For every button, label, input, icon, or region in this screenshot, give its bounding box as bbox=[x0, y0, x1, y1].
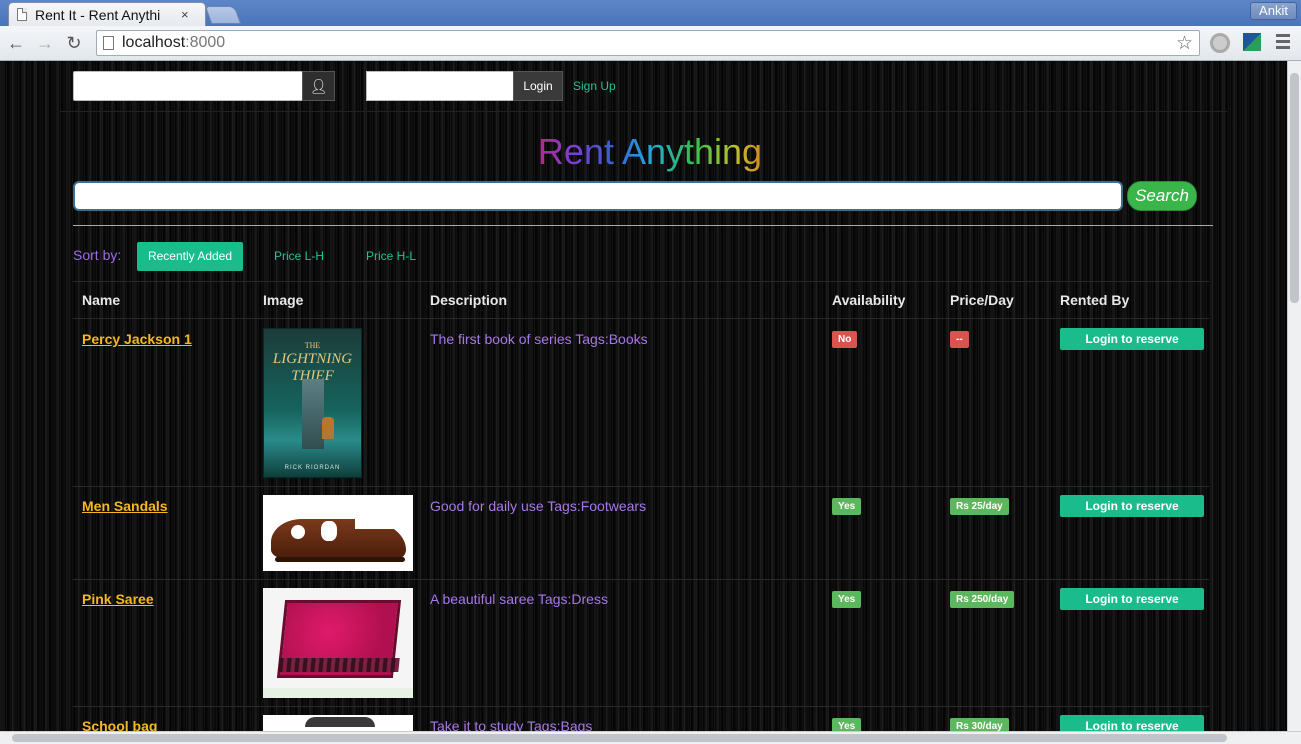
signup-link[interactable]: Sign Up bbox=[573, 79, 616, 93]
login-to-reserve-button[interactable]: Login to reserve bbox=[1060, 715, 1204, 731]
login-to-reserve-button[interactable]: Login to reserve bbox=[1060, 495, 1204, 517]
item-description: The first book of series Tags:Books bbox=[430, 331, 648, 347]
site-title: Rent Anything bbox=[530, 131, 770, 173]
user-icon: 👤︎ bbox=[302, 71, 335, 101]
header-price: Price/Day bbox=[950, 292, 1014, 308]
item-description: Take it to study Tags:Bags bbox=[430, 718, 593, 731]
item-name-link[interactable]: Percy Jackson 1 bbox=[82, 331, 192, 347]
forward-icon[interactable]: → bbox=[34, 32, 56, 54]
header-image: Image bbox=[263, 292, 304, 308]
sort-price-low-high[interactable]: Price L-H bbox=[262, 242, 336, 271]
username-input[interactable] bbox=[73, 71, 303, 101]
availability-badge: Yes bbox=[832, 498, 862, 515]
item-name-link[interactable]: Men Sandals bbox=[82, 498, 168, 514]
back-icon[interactable]: ← bbox=[5, 32, 27, 54]
login-to-reserve-button[interactable]: Login to reserve bbox=[1060, 588, 1204, 610]
availability-badge: Yes bbox=[832, 718, 862, 731]
price-badge: Rs 25/day bbox=[950, 498, 1009, 515]
extension-icon[interactable] bbox=[1243, 33, 1261, 51]
header-name: Name bbox=[82, 292, 121, 308]
menu-icon[interactable] bbox=[1276, 34, 1290, 52]
extension-icon[interactable] bbox=[1210, 33, 1230, 53]
divider bbox=[73, 225, 1213, 226]
browser-toolbar: ← → ↻ localhost:8000 ☆ bbox=[0, 26, 1301, 61]
price-badge: Rs 250/day bbox=[950, 591, 1015, 608]
product-image[interactable] bbox=[263, 588, 413, 698]
sort-label: Sort by: bbox=[73, 247, 122, 263]
address-bar[interactable]: localhost:8000 ☆ bbox=[96, 30, 1200, 56]
price-badge: Rs 30/day bbox=[950, 718, 1009, 731]
browser-tab[interactable]: Rent It - Rent Anythi × bbox=[8, 2, 206, 26]
scrollbar-thumb[interactable] bbox=[12, 734, 1227, 742]
tab-title: Rent It - Rent Anythi bbox=[35, 6, 161, 23]
page-icon bbox=[17, 8, 27, 21]
item-description: A beautiful saree Tags:Dress bbox=[430, 591, 608, 607]
url-text: localhost:8000 bbox=[122, 34, 226, 51]
bookmark-star-icon[interactable]: ☆ bbox=[1176, 32, 1193, 55]
horizontal-scrollbar[interactable] bbox=[0, 731, 1301, 744]
product-image[interactable]: THE LIGHTNING THIEF RICK RIORDAN bbox=[263, 328, 362, 478]
browser-tabstrip: Rent It - Rent Anythi × Ankit bbox=[0, 0, 1301, 26]
reload-icon[interactable]: ↻ bbox=[63, 32, 85, 54]
login-button[interactable]: Login bbox=[513, 71, 563, 101]
header-availability: Availability bbox=[832, 292, 906, 308]
availability-badge: No bbox=[832, 331, 858, 348]
page-viewport: 👤︎ Login Sign Up Rent Anything Search So… bbox=[0, 61, 1287, 731]
document-icon bbox=[103, 36, 114, 50]
profile-button[interactable]: Ankit bbox=[1250, 2, 1297, 20]
scrollbar-thumb[interactable] bbox=[1290, 73, 1299, 303]
price-badge: -- bbox=[950, 331, 969, 348]
new-tab-button[interactable] bbox=[204, 6, 242, 24]
sort-price-high-low[interactable]: Price H-L bbox=[354, 242, 428, 271]
sort-recently-added[interactable]: Recently Added bbox=[137, 242, 243, 271]
item-name-link[interactable]: Pink Saree bbox=[82, 591, 154, 607]
password-input[interactable] bbox=[366, 71, 514, 101]
search-input[interactable] bbox=[73, 181, 1123, 211]
item-name-link[interactable]: School bag bbox=[82, 718, 157, 731]
product-image[interactable] bbox=[263, 715, 413, 731]
login-to-reserve-button[interactable]: Login to reserve bbox=[1060, 328, 1204, 350]
header-rented-by: Rented By bbox=[1060, 292, 1130, 308]
vertical-scrollbar[interactable] bbox=[1287, 61, 1301, 731]
item-description: Good for daily use Tags:Footwears bbox=[430, 498, 647, 514]
availability-badge: Yes bbox=[832, 591, 862, 608]
divider bbox=[60, 111, 1227, 112]
search-button[interactable]: Search bbox=[1127, 181, 1197, 211]
close-tab-icon[interactable]: × bbox=[181, 7, 189, 22]
header-description: Description bbox=[430, 292, 508, 308]
product-image[interactable] bbox=[263, 495, 413, 571]
